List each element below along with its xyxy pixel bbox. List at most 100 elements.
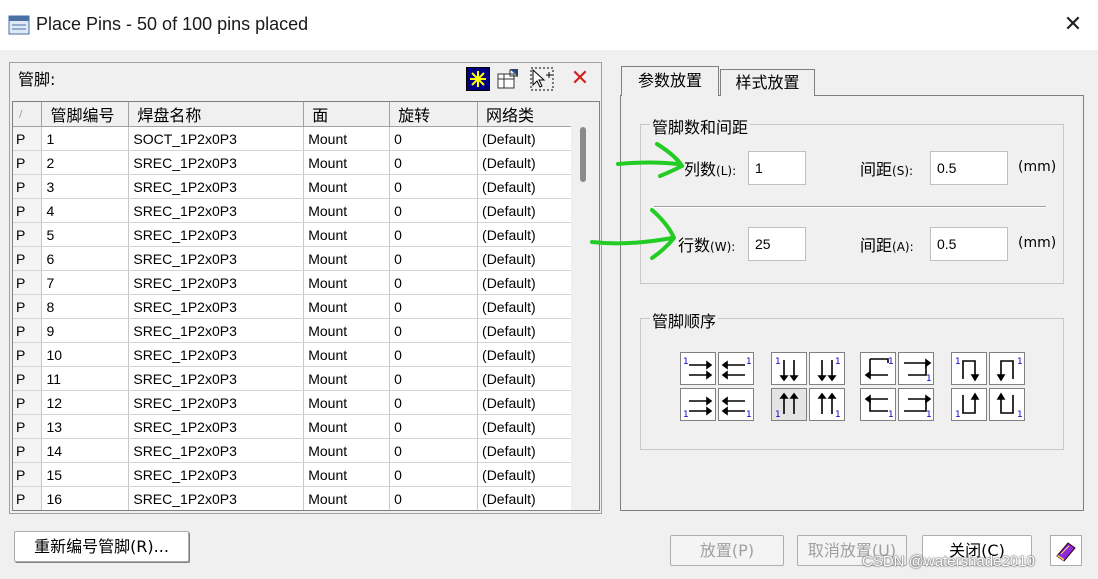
table-properties-icon[interactable] xyxy=(496,67,520,91)
table-row[interactable]: P 6 SREC_1P2x0P3 Mount 0 (Default) xyxy=(13,246,573,271)
svg-text:1: 1 xyxy=(835,357,841,367)
column-header[interactable]: 焊盘名称 xyxy=(128,102,305,127)
window-title: Place Pins - 50 of 100 pins placed xyxy=(36,14,309,34)
svg-text:1: 1 xyxy=(835,410,841,419)
table-row[interactable]: P 11 SREC_1P2x0P3 Mount 0 (Default) xyxy=(13,366,573,391)
table-cell: 12 xyxy=(41,390,130,415)
table-row[interactable]: P 10 SREC_1P2x0P3 Mount 0 (Default) xyxy=(13,342,573,367)
order-left-top-icon[interactable]: 1 xyxy=(718,352,754,385)
tab-parameter-placement[interactable]: 参数放置 xyxy=(621,66,719,96)
order-up-snake-right-icon[interactable]: 1 xyxy=(989,352,1025,385)
table-row[interactable]: P 12 SREC_1P2x0P3 Mount 0 (Default) xyxy=(13,390,573,415)
order-snake-right-icon[interactable]: 1 xyxy=(898,352,934,385)
table-row[interactable]: P 16 SREC_1P2x0P3 Mount 0 (Default) xyxy=(13,486,573,510)
order-snake-left-bottom-icon[interactable]: 1 xyxy=(860,388,896,421)
table-row[interactable]: P 7 SREC_1P2x0P3 Mount 0 (Default) xyxy=(13,270,573,295)
svg-text:1: 1 xyxy=(926,410,932,419)
svg-text:1: 1 xyxy=(888,410,894,419)
table-row[interactable]: P 4 SREC_1P2x0P3 Mount 0 (Default) xyxy=(13,198,573,223)
place-button[interactable]: 放置(P) xyxy=(670,535,784,566)
table-cell: Mount xyxy=(303,438,391,463)
table-cell: 3 xyxy=(41,174,130,199)
column-header[interactable]: 面 xyxy=(303,102,391,127)
table-row[interactable]: P 14 SREC_1P2x0P3 Mount 0 (Default) xyxy=(13,438,573,463)
table-cell: Mount xyxy=(303,270,391,295)
columns-input[interactable]: 1 xyxy=(748,151,806,185)
svg-text:1: 1 xyxy=(746,357,752,367)
order-up-snake-icon[interactable]: 1 xyxy=(951,352,987,385)
table-cell: (Default) xyxy=(477,390,573,415)
table-row[interactable]: P 3 SREC_1P2x0P3 Mount 0 (Default) xyxy=(13,174,573,199)
table-cell: 14 xyxy=(41,438,130,463)
pins-table[interactable]: / 管脚编号 焊盘名称面旋转 网络类 P 1 SOCT_1P2x0P3 Mount 0 (Def… xyxy=(12,101,600,511)
table-cell: (Default) xyxy=(477,150,573,175)
column-spacing-input[interactable]: 0.5 xyxy=(930,151,1008,185)
order-snake-right-bottom-icon[interactable]: 1 xyxy=(898,388,934,421)
svg-text:1: 1 xyxy=(955,410,961,419)
table-cell: (Default) xyxy=(477,126,573,151)
scrollbar-thumb[interactable] xyxy=(580,127,586,182)
table-cell: Mount xyxy=(303,246,391,271)
table-cell: SREC_1P2x0P3 xyxy=(128,198,305,223)
table-row[interactable]: P 15 SREC_1P2x0P3 Mount 0 (Default) xyxy=(13,462,573,487)
table-cell: (Default) xyxy=(477,318,573,343)
table-cell: P xyxy=(13,486,43,510)
order-down-snake-right-icon[interactable]: 1 xyxy=(989,388,1025,421)
column-header[interactable]: / xyxy=(13,102,43,127)
order-up-left-icon[interactable]: 1 xyxy=(771,388,807,421)
rows-input[interactable]: 25 xyxy=(748,227,806,261)
table-cell: (Default) xyxy=(477,366,573,391)
table-cell: 0 xyxy=(389,270,479,295)
svg-text:1: 1 xyxy=(683,410,689,419)
column-header[interactable]: 网络类 xyxy=(477,102,573,127)
table-row[interactable]: P 2 SREC_1P2x0P3 Mount 0 (Default) xyxy=(13,150,573,175)
row-spacing-input[interactable]: 0.5 xyxy=(930,227,1008,261)
table-cell: P xyxy=(13,222,43,247)
table-cell: Mount xyxy=(303,414,391,439)
select-all-icon[interactable] xyxy=(466,67,490,91)
table-row[interactable]: P 8 SREC_1P2x0P3 Mount 0 (Default) xyxy=(13,294,573,319)
add-pin-cursor-icon[interactable] xyxy=(530,67,554,91)
table-cell: (Default) xyxy=(477,222,573,247)
rows-label: 行数(W): xyxy=(678,236,736,255)
renumber-pins-button[interactable]: 重新编号管脚(R)... xyxy=(14,531,189,562)
table-cell: P xyxy=(13,414,43,439)
order-up-right-icon[interactable]: 1 xyxy=(809,388,845,421)
table-row[interactable]: P 13 SREC_1P2x0P3 Mount 0 (Default) xyxy=(13,414,573,439)
column-header[interactable]: 管脚编号 xyxy=(41,102,130,127)
table-cell: 7 xyxy=(41,270,130,295)
order-right-bottom-icon[interactable]: 1 xyxy=(680,388,716,421)
table-cell: Mount xyxy=(303,462,391,487)
order-left-bottom-icon[interactable]: 1 xyxy=(718,388,754,421)
order-snake-left-icon[interactable]: 1 xyxy=(860,352,896,385)
pin-order-label: 管脚顺序 xyxy=(650,308,719,332)
table-cell: 8 xyxy=(41,294,130,319)
table-cell: P xyxy=(13,342,43,367)
column-header[interactable]: 旋转 xyxy=(389,102,479,127)
table-row[interactable]: P 9 SREC_1P2x0P3 Mount 0 (Default) xyxy=(13,318,573,343)
watermark: CSDN @watershade2010 xyxy=(862,553,1035,570)
help-book-icon[interactable] xyxy=(1050,535,1082,566)
table-cell: SREC_1P2x0P3 xyxy=(128,390,305,415)
table-row[interactable]: P 5 SREC_1P2x0P3 Mount 0 (Default) xyxy=(13,222,573,247)
delete-icon[interactable]: ✕ xyxy=(568,67,592,91)
column-spacing-unit: (mm) xyxy=(1018,159,1057,175)
order-down-left-icon[interactable]: 1 xyxy=(771,352,807,385)
table-cell: 4 xyxy=(41,198,130,223)
order-down-right-icon[interactable]: 1 xyxy=(809,352,845,385)
table-cell: 11 xyxy=(41,366,130,391)
table-cell: 0 xyxy=(389,366,479,391)
table-cell: SREC_1P2x0P3 xyxy=(128,486,305,510)
table-row[interactable]: P 1 SOCT_1P2x0P3 Mount 0 (Default) xyxy=(13,126,573,151)
table-cell: P xyxy=(13,246,43,271)
tab-style-placement[interactable]: 样式放置 xyxy=(720,69,815,96)
order-down-snake-icon[interactable]: 1 xyxy=(951,388,987,421)
table-cell: 1 xyxy=(41,126,130,151)
table-cell: 0 xyxy=(389,222,479,247)
order-right-top-icon[interactable]: 1 xyxy=(680,352,716,385)
table-cell: 0 xyxy=(389,414,479,439)
table-cell: P xyxy=(13,462,43,487)
pins-label: 管脚: xyxy=(18,70,56,89)
row-spacing-unit: (mm) xyxy=(1018,235,1057,251)
close-window-icon[interactable]: ✕ xyxy=(1058,10,1088,40)
